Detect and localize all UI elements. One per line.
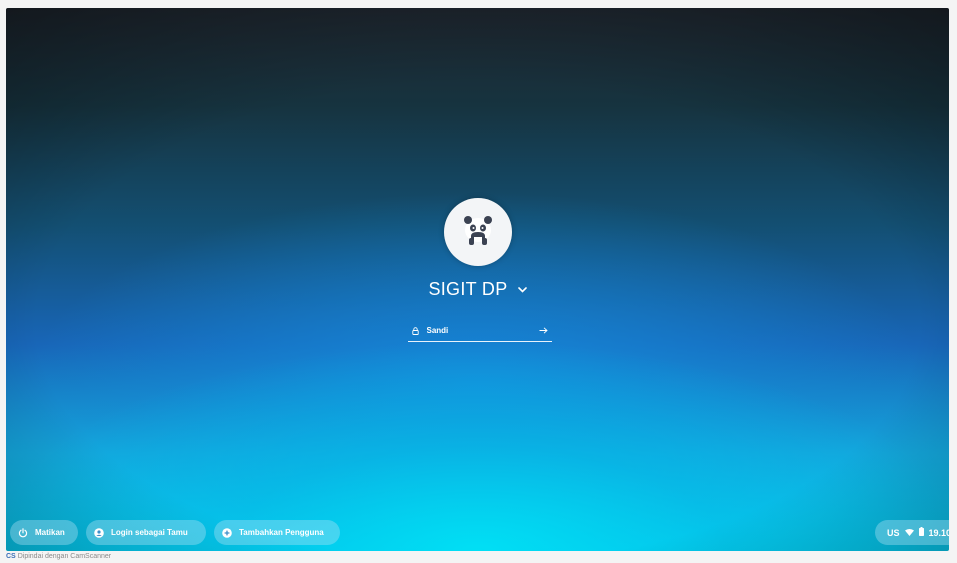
wifi-icon (904, 528, 914, 538)
shutdown-button[interactable]: Matikan (10, 520, 78, 545)
lock-icon (411, 326, 419, 335)
watermark-text: Dipindai dengan CamScanner (17, 553, 112, 560)
watermark-brand: CS (6, 553, 16, 560)
power-icon (18, 527, 28, 538)
keyboard-layout: US (887, 527, 900, 538)
user-selector[interactable]: SIGIT DP (428, 279, 527, 300)
chevron-down-icon[interactable] (517, 286, 527, 293)
user-avatar[interactable] (443, 198, 512, 266)
add-user-icon (222, 527, 232, 538)
guest-login-label: Login sebagai Tamu (111, 528, 188, 537)
login-shelf: Matikan Login sebagai Tamu Tambahkan Pen… (6, 513, 949, 551)
battery-icon (918, 527, 924, 538)
login-pod: SIGIT DP (6, 198, 949, 342)
photo-frame: SIGIT DP Matikan Login sebagai Tamu Tamb… (0, 0, 957, 563)
password-input[interactable] (426, 326, 539, 335)
add-user-button[interactable]: Tambahkan Pengguna (214, 520, 340, 545)
guest-login-button[interactable]: Login sebagai Tamu (86, 520, 206, 545)
chromeos-login-screen: SIGIT DP Matikan Login sebagai Tamu Tamb… (6, 8, 949, 551)
add-user-label: Tambahkan Pengguna (239, 528, 324, 537)
shutdown-label: Matikan (35, 528, 65, 537)
password-field (407, 320, 552, 342)
arrow-right-icon[interactable] (539, 327, 548, 334)
scanner-watermark: CS Dipindai dengan CamScanner (6, 553, 111, 560)
panda-avatar-icon (458, 210, 498, 255)
clock: 19.10 (928, 527, 949, 538)
guest-user-icon (94, 527, 104, 538)
user-name: SIGIT DP (428, 279, 508, 299)
status-tray[interactable]: US 19.10 (875, 520, 949, 545)
